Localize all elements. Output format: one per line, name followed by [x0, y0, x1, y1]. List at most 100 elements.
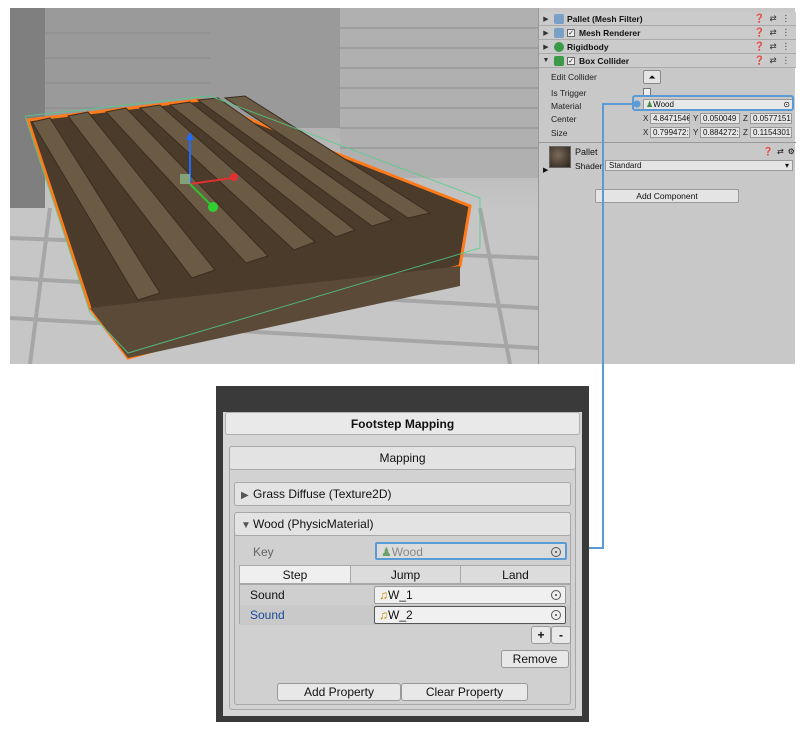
component-mesh-renderer[interactable]: ▶ ✓ Mesh Renderer ❓ ⇄ ⋮ — [539, 26, 796, 40]
material-label: Material — [551, 101, 582, 111]
help-icon[interactable]: ❓ — [754, 27, 765, 38]
object-picker-icon[interactable] — [551, 590, 561, 600]
object-picker-icon[interactable] — [551, 547, 561, 557]
expand-arrow-icon[interactable]: ▶ — [543, 166, 548, 174]
inspector-panel: ▶ Pallet (Mesh Filter) ❓ ⇄ ⋮ ▶ ✓ Mesh Rend… — [538, 8, 796, 364]
component-tools: ❓ ⇄ ⋮ — [754, 27, 796, 38]
component-title: Box Collider — [579, 55, 630, 66]
footstep-mapping-content: Footstep Mapping Mapping ▶ Grass Diffuse … — [223, 412, 582, 716]
more-icon[interactable]: ⋮ — [782, 41, 791, 52]
tab-land[interactable]: Land — [460, 565, 571, 584]
key-value: Wood — [391, 545, 423, 559]
preset-icon[interactable]: ⇄ — [769, 27, 776, 38]
material-name: Pallet — [575, 147, 598, 157]
component-tools: ❓ ⇄ ⋮ — [754, 55, 796, 66]
center-x-field[interactable]: 4.847154€ — [650, 113, 690, 124]
chevron-down-icon: ▾ — [784, 161, 789, 170]
size-y-field[interactable]: 0.884272: — [700, 127, 740, 138]
box-collider-icon — [554, 55, 564, 66]
component-tools: ❓ ⇄ ⋮ — [754, 13, 796, 24]
collapse-arrow-icon[interactable]: ▼ — [541, 57, 551, 64]
clear-property-button[interactable]: Clear Property — [401, 683, 528, 701]
audio-clip-icon: ♫ — [379, 608, 388, 622]
component-title: Rigidbody — [567, 41, 609, 52]
entry-label: Wood (PhysicMaterial) — [253, 517, 374, 531]
preset-icon[interactable]: ⇄ — [769, 13, 776, 24]
remove-entry-button[interactable]: Remove — [501, 650, 569, 668]
remove-item-button[interactable]: - — [551, 626, 571, 644]
list-item[interactable]: Sound ♫W_2 — [240, 605, 570, 625]
center-y-label: Y — [693, 114, 699, 123]
size-label: Size — [551, 128, 568, 138]
expand-arrow-icon[interactable]: ▶ — [541, 43, 551, 51]
divider — [539, 142, 796, 143]
edit-collider-button[interactable]: ⏶ — [643, 70, 661, 84]
center-z-label: Z — [743, 114, 748, 123]
list-item[interactable]: Sound ♫W_1 — [240, 585, 570, 605]
enabled-checkbox[interactable]: ✓ — [567, 56, 575, 65]
material-field-highlight — [632, 95, 794, 111]
audio-clip-icon: ♫ — [379, 588, 388, 602]
object-picker-icon[interactable] — [551, 610, 561, 620]
preset-icon[interactable]: ⇄ — [769, 55, 776, 66]
size-x-label: X — [643, 128, 649, 137]
is-trigger-label: Is Trigger — [551, 88, 587, 98]
center-z-field[interactable]: 0.0577151 — [750, 113, 792, 124]
preset-icon[interactable]: ⇄ — [769, 41, 776, 52]
physic-material-icon: ♟ — [381, 545, 392, 559]
shader-dropdown[interactable]: Standard ▾ — [605, 160, 793, 171]
component-rigidbody[interactable]: ▶ Rigidbody ❓ ⇄ ⋮ — [539, 40, 796, 54]
footstep-title: Footstep Mapping — [225, 412, 580, 435]
sound-label: Sound — [250, 588, 285, 602]
mapping-section: Mapping ▶ Grass Diffuse (Texture2D) ▼ Wood… — [229, 446, 576, 710]
shader-value: Standard — [609, 161, 642, 170]
footstep-mapping-window: Footstep Mapping Mapping ▶ Grass Diffuse … — [216, 386, 589, 722]
scene-view[interactable] — [10, 8, 538, 364]
add-item-button[interactable]: + — [531, 626, 551, 644]
size-z-field[interactable]: 0.1154301 — [750, 127, 792, 138]
entry-grass-header[interactable]: ▶ Grass Diffuse (Texture2D) — [234, 482, 571, 506]
expand-arrow-icon[interactable]: ▶ — [541, 29, 551, 37]
material-preview-thumbnail — [549, 146, 571, 168]
sound-field[interactable]: ♫W_2 — [374, 606, 566, 624]
scene-illustration — [10, 8, 538, 364]
component-title: Mesh Renderer — [579, 27, 641, 38]
sound-value: W_2 — [388, 608, 413, 622]
center-label: Center — [551, 114, 577, 124]
more-icon[interactable]: ⋮ — [782, 27, 791, 38]
entry-wood-header[interactable]: ▼ Wood (PhysicMaterial) — [234, 512, 571, 536]
tab-step[interactable]: Step — [239, 565, 351, 584]
add-component-button[interactable]: Add Component — [595, 189, 739, 203]
key-label: Key — [253, 545, 274, 559]
component-box-collider[interactable]: ▼ ✓ Box Collider ❓ ⇄ ⋮ — [539, 54, 796, 68]
help-icon[interactable]: ❓ — [754, 13, 765, 24]
key-field[interactable]: ♟Wood — [375, 542, 567, 560]
size-y-label: Y — [693, 128, 699, 137]
preset-icon[interactable]: ⇄ — [777, 147, 784, 156]
entry-wood: ▼ Wood (PhysicMaterial) Key ♟Wood Step Ju… — [234, 512, 571, 705]
enabled-checkbox[interactable]: ✓ — [567, 28, 575, 37]
edit-collider-label: Edit Collider — [551, 72, 597, 82]
help-icon[interactable]: ❓ — [754, 55, 765, 66]
add-property-button[interactable]: Add Property — [277, 683, 401, 701]
more-icon[interactable]: ⋮ — [782, 13, 791, 24]
size-x-field[interactable]: 0.799472: — [650, 127, 690, 138]
expand-arrow-icon[interactable]: ▶ — [541, 15, 551, 23]
center-x-label: X — [643, 114, 649, 123]
sound-label: Sound — [250, 608, 285, 622]
center-y-field[interactable]: 0.050049 — [700, 113, 740, 124]
more-icon[interactable]: ⋮ — [782, 55, 791, 66]
component-mesh-filter[interactable]: ▶ Pallet (Mesh Filter) ❓ ⇄ ⋮ — [539, 12, 796, 26]
rigidbody-icon — [554, 41, 564, 52]
mapping-header[interactable]: Mapping — [229, 446, 576, 470]
collapse-arrow-icon: ▼ — [241, 520, 251, 531]
help-icon[interactable]: ❓ — [754, 41, 765, 52]
help-icon[interactable]: ❓ — [763, 147, 773, 156]
sound-value: W_1 — [388, 588, 413, 602]
sound-field[interactable]: ♫W_1 — [374, 586, 566, 604]
tab-jump[interactable]: Jump — [350, 565, 461, 584]
settings-icon[interactable]: ⚙ — [788, 147, 795, 156]
grid-icon — [554, 13, 564, 24]
edit-collider-icon: ⏶ — [648, 72, 656, 82]
mesh-renderer-icon — [554, 27, 564, 38]
